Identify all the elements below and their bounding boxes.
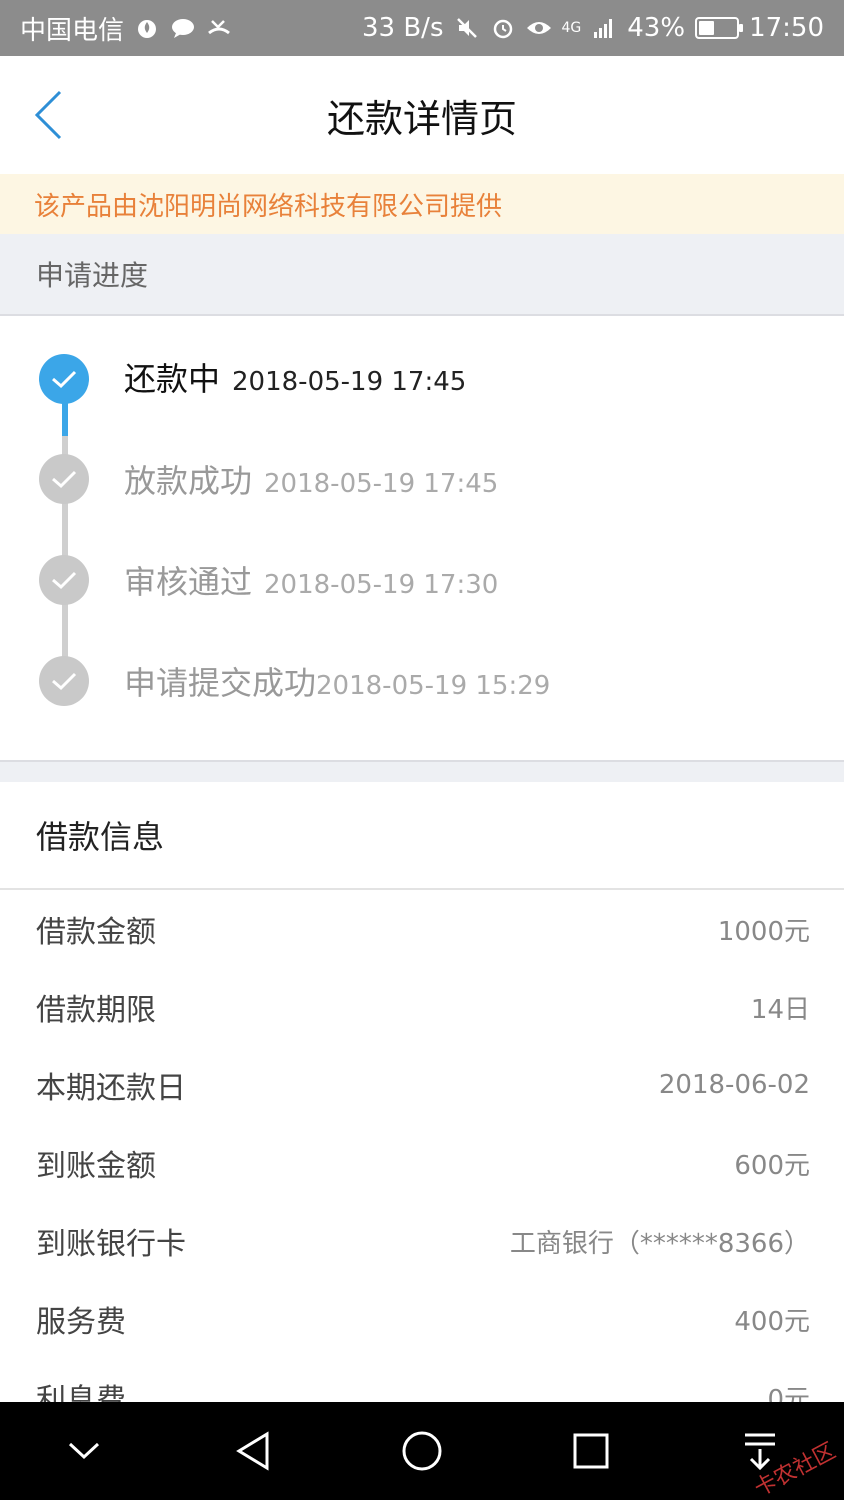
carrier-name: 中国电信 <box>20 15 125 46</box>
back-button[interactable] <box>28 86 68 144</box>
step-time: 2018-05-19 15:29 <box>316 671 551 701</box>
timeline-step-text: 还款中 2018-05-19 17:45 <box>124 354 466 400</box>
step-status: 还款中 <box>124 360 221 398</box>
step-status: 申请提交成功 <box>124 664 317 702</box>
chat-bubble-icon <box>170 15 196 41</box>
timeline-step: 放款成功 2018-05-19 17:45 <box>0 452 844 512</box>
signal-type-label: 4G <box>561 20 582 36</box>
step-status: 放款成功 <box>124 462 253 500</box>
signal-strength-icon <box>591 15 617 41</box>
chevron-left-icon <box>34 90 62 140</box>
timeline-step-text: 申请提交成功 2018-05-19 15:29 <box>124 658 550 704</box>
missed-call-icon <box>206 15 232 41</box>
info-row-term: 借款期限 14日 <box>0 968 844 1046</box>
info-value: 400元 <box>734 1306 810 1337</box>
info-label: 服务费 <box>36 1305 126 1340</box>
mute-icon <box>454 15 480 41</box>
info-row-bank-card: 到账银行卡 工商银行（******8366） <box>0 1202 844 1280</box>
square-recents-icon <box>573 1433 609 1469</box>
section-divider <box>0 760 844 782</box>
system-nav-bar <box>0 1402 844 1500</box>
timeline-step: 申请提交成功 2018-05-19 15:29 <box>0 654 844 714</box>
info-value: 0元 <box>767 1384 810 1403</box>
loan-info-list[interactable]: 借款金额 1000元 借款期限 14日 本期还款日 2018-06-02 到账金… <box>0 890 844 1402</box>
step-time: 2018-05-19 17:45 <box>264 469 499 499</box>
battery-icon <box>695 17 744 39</box>
info-label: 借款期限 <box>36 993 156 1028</box>
nav-recents-button[interactable] <box>551 1411 631 1491</box>
eye-icon <box>526 15 552 41</box>
info-row-interest: 利息费 0元 <box>0 1358 844 1402</box>
nav-home-button[interactable] <box>382 1411 462 1491</box>
info-label: 到账金额 <box>36 1149 156 1184</box>
check-circle-icon <box>39 354 89 404</box>
nav-back-button[interactable] <box>213 1411 293 1491</box>
check-circle-icon <box>39 555 89 605</box>
battery-percent: 43% <box>627 13 686 43</box>
chevron-down-icon <box>69 1442 100 1460</box>
fire-icon <box>134 15 160 41</box>
progress-timeline: 还款中 2018-05-19 17:45 放款成功 2018-05-19 17:… <box>0 316 844 760</box>
info-row-due-date: 本期还款日 2018-06-02 <box>0 1046 844 1124</box>
info-value: 14日 <box>750 994 810 1025</box>
triangle-back-icon <box>236 1431 269 1471</box>
info-label: 本期还款日 <box>36 1071 186 1106</box>
info-value: 工商银行（******8366） <box>509 1228 810 1259</box>
info-value: 2018-06-02 <box>658 1070 810 1100</box>
info-label: 到账银行卡 <box>36 1227 186 1262</box>
timeline-step: 还款中 2018-05-19 17:45 <box>0 350 844 410</box>
network-speed: 33 B/s <box>362 13 444 43</box>
clock-time: 17:50 <box>749 13 824 43</box>
status-bar: 中国电信 33 B/s 4G 43% 17:50 <box>0 0 844 56</box>
check-circle-icon <box>39 656 89 706</box>
loan-info-title: 借款信息 <box>0 782 844 890</box>
step-time: 2018-05-19 17:45 <box>232 367 467 397</box>
app-header: 还款详情页 <box>0 56 844 174</box>
info-row-amount: 借款金额 1000元 <box>0 890 844 968</box>
circle-home-icon <box>402 1431 442 1471</box>
info-value: 600元 <box>734 1150 810 1181</box>
info-row-service-fee: 服务费 400元 <box>0 1280 844 1358</box>
progress-section-title: 申请进度 <box>0 234 844 316</box>
timeline-step-text: 审核通过 2018-05-19 17:30 <box>124 557 498 603</box>
info-row-received-amount: 到账金额 600元 <box>0 1124 844 1202</box>
timeline-step: 审核通过 2018-05-19 17:30 <box>0 553 844 613</box>
info-label: 借款金额 <box>36 915 156 950</box>
status-left: 中国电信 <box>20 10 232 47</box>
provider-notice: 该产品由沈阳明尚网络科技有限公司提供 <box>0 174 844 234</box>
check-circle-icon <box>39 454 89 504</box>
step-status: 审核通过 <box>124 563 253 601</box>
hide-nav-button[interactable] <box>44 1411 124 1491</box>
timeline-step-text: 放款成功 2018-05-19 17:45 <box>124 456 498 502</box>
alarm-icon <box>490 15 516 41</box>
info-value: 1000元 <box>717 916 810 947</box>
info-label: 利息费 <box>36 1383 126 1402</box>
battery-fill <box>699 21 715 35</box>
step-time: 2018-05-19 17:30 <box>264 570 499 600</box>
status-right: 33 B/s 4G 43% 17:50 <box>362 13 824 43</box>
page-title: 还款详情页 <box>326 96 517 141</box>
